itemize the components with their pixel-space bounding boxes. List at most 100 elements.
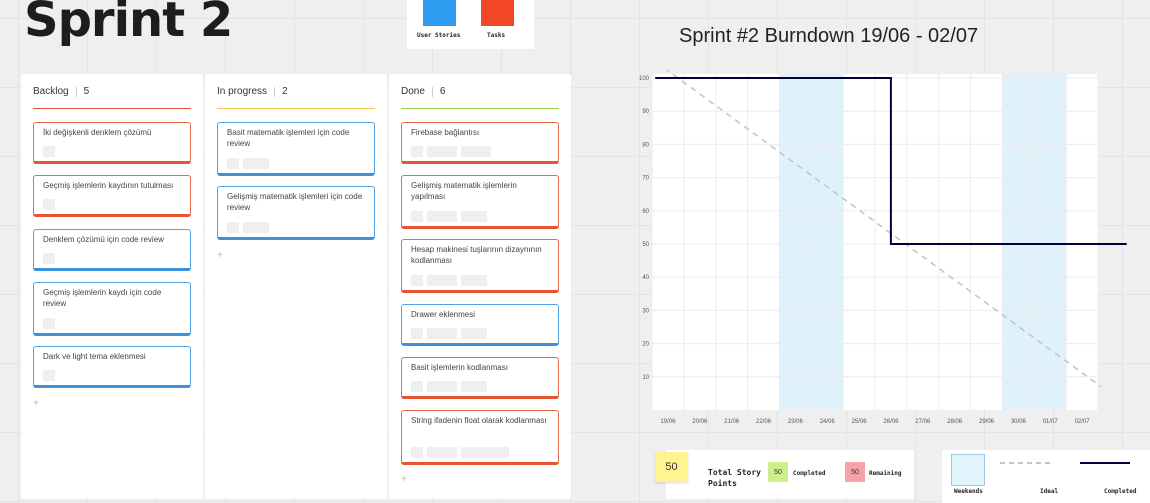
card-chip [461,211,487,222]
task-card[interactable]: String ifadenin float olarak kodlanması [401,410,559,465]
task-card[interactable]: Firebase bağlantısı [401,122,559,164]
x-tick-label: 02/07 [1075,419,1091,425]
y-tick-label: 50 [642,242,649,248]
card-chip [461,275,487,286]
chart-key-lines [1000,462,1130,464]
task-card[interactable]: Gelişmiş matematik işlemleri için code r… [217,186,375,240]
completed-label: Completed [793,470,826,477]
card-chip [411,275,423,286]
card-chip [227,158,239,169]
completed-points-sticky[interactable]: 50 [768,462,788,482]
task-card[interactable]: Denklem çözümü için code review [33,229,191,271]
x-tick-label: 29/06 [979,419,995,425]
card-chip [411,146,423,157]
y-tick-label: 90 [642,109,649,115]
card-chip [411,381,423,392]
column-name: In progress [217,86,268,97]
total-points-sticky[interactable]: 50 [655,452,688,482]
task-card[interactable]: Dark ve light tema eklenmesi [33,346,191,388]
column-accent-line [401,108,559,109]
add-card-button[interactable]: + [217,250,223,261]
y-tick-label: 60 [642,209,649,215]
add-card-button[interactable]: + [401,474,407,485]
column-name: Done [401,86,425,97]
x-tick-label: 21/06 [724,419,740,425]
card-text: Firebase bağlantısı [411,128,480,137]
user-stories-swatch [423,0,456,26]
task-card[interactable]: Geçmiş işlemlerin kaydının tutulması [33,175,191,217]
x-tick-label: 30/06 [1011,419,1027,425]
header-divider [274,87,276,97]
card-text: Hesap makinesi tuşlarının dizaynının kod… [411,245,542,265]
column-done: Done 6 Firebase bağlantısı Gelişmiş mate… [389,74,571,499]
card-chip [43,199,55,210]
card-chip [427,146,457,157]
column-backlog: Backlog 5 İki değişkenli denklem çözümü … [21,74,203,499]
y-tick-label: 100 [639,76,650,82]
card-text: Basit işlemlerin kodlanması [411,363,508,372]
card-chip [43,146,55,157]
column-accent-line [33,108,191,109]
task-card[interactable]: Basit işlemlerin kodlanması [401,357,559,399]
card-chip [411,447,423,458]
card-chip [427,275,457,286]
total-story-points-label: Total Story Points [708,468,761,488]
column-header: Done 6 [401,86,559,110]
y-tick-label: 10 [642,375,649,381]
column-header: In progress 2 [217,86,375,110]
card-text: Geçmiş işlemlerin kaydı için code review [43,288,162,308]
x-tick-label: 26/06 [883,419,899,425]
card-chip [461,146,491,157]
column-in-progress: In progress 2 Basit matematik işlemleri … [205,74,387,499]
card-chip [243,158,269,169]
y-tick-label: 30 [642,308,649,314]
card-chip [243,222,269,233]
add-card-button[interactable]: + [33,398,39,409]
task-card[interactable]: Gelişmiş matematik işlemlerin yapılması [401,175,559,229]
card-chip [427,447,457,458]
card-chip [411,211,423,222]
task-card[interactable]: Basit matematik işlemleri için code revi… [217,122,375,176]
card-text: String ifadenin float olarak kodlanması [411,416,547,425]
column-accent-line [217,108,375,109]
x-tick-label: 23/06 [788,419,804,425]
x-tick-label: 01/07 [1043,419,1059,425]
color-legend: User Stories Tasks [407,0,534,49]
tasks-swatch [481,0,514,26]
card-text: Geçmiş işlemlerin kaydının tutulması [43,181,174,190]
card-chip [427,211,457,222]
card-chip [427,328,457,339]
card-chip [43,318,55,329]
card-text: Drawer eklenmesi [411,310,476,319]
x-tick-label: 27/06 [915,419,931,425]
card-text: Denklem çözümü için code review [43,235,164,244]
card-chip [427,381,457,392]
card-chip [43,253,55,264]
header-divider [75,87,77,97]
task-card[interactable]: Drawer eklenmesi [401,304,559,346]
user-stories-label: User Stories [417,32,461,39]
card-text: Dark ve light tema eklenmesi [43,352,146,361]
x-tick-label: 19/06 [660,419,676,425]
task-card[interactable]: Geçmiş işlemlerin kaydı için code review [33,282,191,336]
card-chip [411,328,423,339]
chart-title: Sprint #2 Burndown 19/06 - 02/07 [679,25,979,47]
column-count: 2 [282,86,288,97]
column-name: Backlog [33,86,69,97]
remaining-label: Remaining [869,470,902,477]
card-chip [43,370,55,381]
card-chip [461,328,487,339]
column-count: 5 [83,86,90,97]
card-text: Gelişmiş matematik işlemleri için code r… [227,192,363,212]
y-tick-label: 20 [642,342,649,348]
y-tick-label: 40 [642,275,649,281]
card-text: Gelişmiş matematik işlemlerin yapılması [411,181,517,201]
task-card[interactable]: Hesap makinesi tuşlarının dizaynının kod… [401,239,559,293]
burndown-chart: 10 20 30 40 50 60 70 80 90 100 19/06 20/06 21/06 22/0… [639,70,1127,425]
x-tick-label: 20/06 [692,419,708,425]
x-tick-label: 28/06 [947,419,963,425]
y-tick-label: 70 [642,176,649,182]
task-card[interactable]: İki değişkenli denklem çözümü [33,122,191,164]
remaining-points-sticky[interactable]: 50 [845,462,865,482]
tasks-label: Tasks [487,32,506,39]
